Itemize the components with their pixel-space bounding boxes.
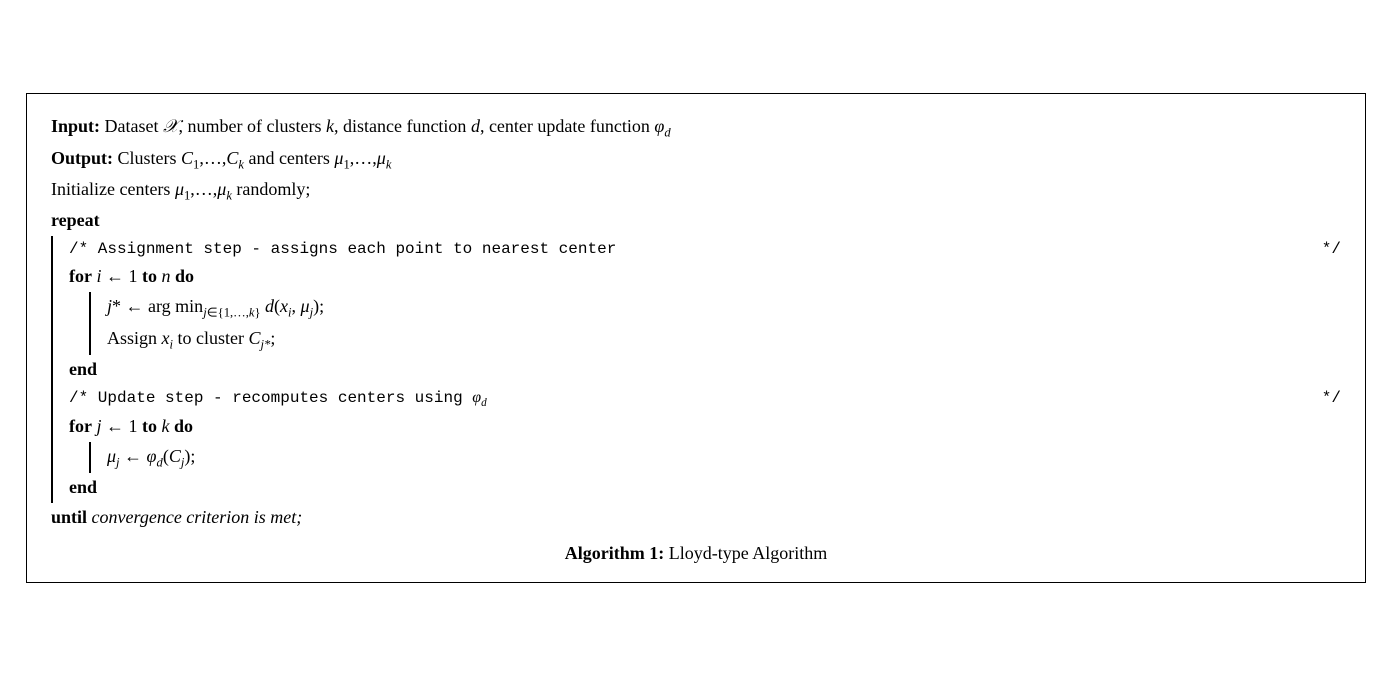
- until-line: until convergence criterion is met;: [51, 503, 1341, 533]
- for2-text: j ← 1 to k do: [96, 412, 193, 442]
- output-text: Clusters C1,…,Ck and centers μ1,…,μk: [118, 144, 392, 175]
- algorithm-subtitle: Lloyd-type Algorithm: [669, 543, 827, 563]
- algorithm-box: Input: Dataset 𝒳, number of clusters k, …: [26, 93, 1366, 582]
- input-line: Input: Dataset 𝒳, number of clusters k, …: [51, 112, 1341, 143]
- for1-keyword: for: [69, 262, 92, 292]
- repeat-keyword: repeat: [51, 206, 100, 236]
- algorithm-title: Algorithm 1:: [565, 543, 664, 563]
- init-text: Initialize centers μ1,…,μk randomly;: [51, 175, 310, 206]
- until-text: convergence criterion is met;: [92, 503, 303, 533]
- end2-keyword: end: [69, 473, 97, 503]
- input-label: Input:: [51, 112, 100, 142]
- for2-line: for j ← 1 to k do: [69, 412, 1341, 442]
- output-label: Output:: [51, 144, 113, 174]
- output-line: Output: Clusters C1,…,Ck and centers μ1,…: [51, 144, 1341, 175]
- j-star-text: j* ← arg minj∈{1,…,k} d(xi, μj);: [107, 292, 324, 323]
- j-star-line: j* ← arg minj∈{1,…,k} d(xi, μj);: [107, 292, 1341, 323]
- outer-block: /* Assignment step - assigns each point …: [51, 236, 1341, 503]
- assign-text: Assign xi to cluster Cj*;: [107, 324, 275, 355]
- for2-body: μj ← φd(Cj);: [89, 442, 1341, 473]
- caption-line: Algorithm 1: Lloyd-type Algorithm: [51, 543, 1341, 564]
- end1-keyword: end: [69, 355, 97, 385]
- input-text: Dataset 𝒳, number of clusters k, distanc…: [105, 112, 671, 143]
- comment1-line: /* Assignment step - assigns each point …: [69, 236, 1341, 262]
- for1-line: for i ← 1 to n do: [69, 262, 1341, 292]
- end2-line: end: [69, 473, 1341, 503]
- until-keyword: until: [51, 503, 87, 533]
- for1-body: j* ← arg minj∈{1,…,k} d(xi, μj); Assign …: [89, 292, 1341, 355]
- mu-text: μj ← φd(Cj);: [107, 442, 195, 473]
- comment2-line: /* Update step - recomputes centers usin…: [69, 385, 1341, 413]
- comment2-end: */: [1322, 385, 1341, 411]
- mu-line: μj ← φd(Cj);: [107, 442, 1341, 473]
- init-line: Initialize centers μ1,…,μk randomly;: [51, 175, 1341, 206]
- repeat-line: repeat: [51, 206, 1341, 236]
- for2-keyword: for: [69, 412, 92, 442]
- for1-text: i ← 1 to n do: [96, 262, 194, 292]
- comment2-text: /* Update step - recomputes centers usin…: [69, 385, 487, 413]
- comment1-end: */: [1322, 236, 1341, 262]
- comment1-text: /* Assignment step - assigns each point …: [69, 236, 616, 262]
- end1-line: end: [69, 355, 1341, 385]
- assign-line: Assign xi to cluster Cj*;: [107, 324, 1341, 355]
